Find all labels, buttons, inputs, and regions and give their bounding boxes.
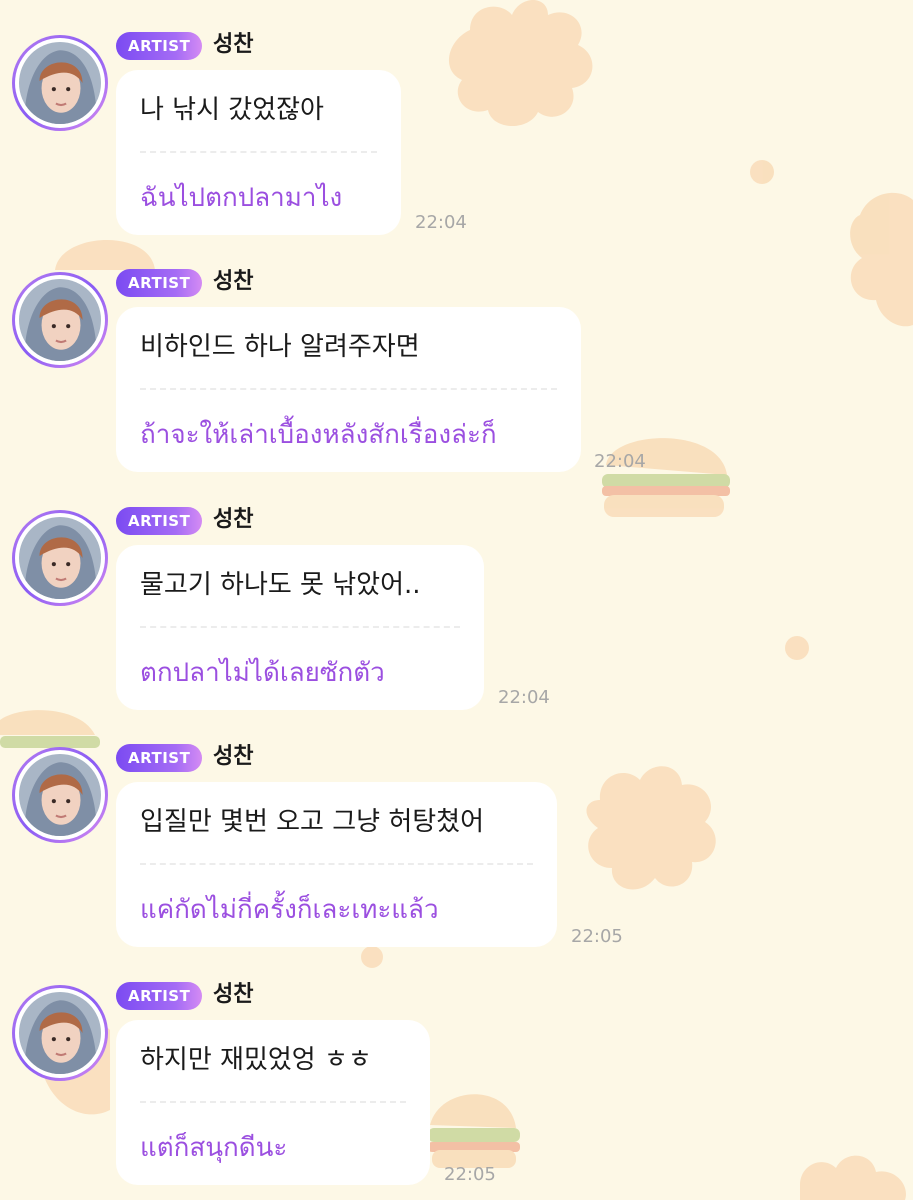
chat-message[interactable]: ARTIST 성찬 하지만 재밌었엉 ㅎㅎ แต่ก็สนุกดีนะ 22:0… bbox=[0, 950, 913, 1185]
artist-avatar[interactable] bbox=[12, 35, 108, 131]
message-text: 비하인드 하나 알려주자면 bbox=[140, 332, 420, 362]
artist-avatar[interactable] bbox=[12, 747, 108, 843]
message-timestamp: 22:05 bbox=[444, 1164, 496, 1185]
message-translation: แต่ก็สนุกดีนะ bbox=[140, 1133, 288, 1163]
message-timestamp: 22:04 bbox=[415, 212, 467, 233]
message-timestamp: 22:05 bbox=[571, 926, 623, 947]
message-text: 하지만 재밌었엉 ㅎㅎ bbox=[140, 1045, 372, 1075]
message-bubble[interactable]: 나 낚시 갔었잖아 ฉันไปตกปลามาไง bbox=[116, 70, 401, 235]
artist-avatar[interactable] bbox=[12, 510, 108, 606]
message-text: 물고기 하나도 못 낚았어.. bbox=[140, 570, 421, 600]
sender-name: 성찬 bbox=[213, 744, 254, 769]
message-translation: ตกปลาไม่ได้เลยซักตัว bbox=[140, 658, 385, 688]
artist-photo-icon bbox=[19, 279, 101, 361]
sender-name: 성찬 bbox=[213, 269, 254, 294]
artist-badge: ARTIST bbox=[116, 32, 203, 60]
message-bubble[interactable]: 하지만 재밌었엉 ㅎㅎ แต่ก็สนุกดีนะ bbox=[116, 1020, 430, 1185]
message-translation: ฉันไปตกปลามาไง bbox=[140, 183, 343, 213]
sender-name: 성찬 bbox=[213, 982, 254, 1007]
message-bubble[interactable]: 물고기 하나도 못 낚았어.. ตกปลาไม่ได้เลยซักตัว bbox=[116, 545, 484, 710]
message-bubble[interactable]: 비하인드 하나 알려주자면 ถ้าจะให้เล่าเบื้องหลังสักเ… bbox=[116, 307, 581, 472]
artist-avatar[interactable] bbox=[12, 272, 108, 368]
artist-photo-icon bbox=[19, 517, 101, 599]
chat-message[interactable]: ARTIST 성찬 물고기 하나도 못 낚았어.. ตกปลาไม่ได้เลย… bbox=[0, 475, 913, 710]
artist-photo-icon bbox=[19, 992, 101, 1074]
artist-photo-icon bbox=[19, 754, 101, 836]
artist-badge: ARTIST bbox=[116, 269, 203, 297]
artist-badge: ARTIST bbox=[116, 982, 203, 1010]
sender-name: 성찬 bbox=[213, 32, 254, 57]
message-timestamp: 22:04 bbox=[498, 687, 550, 708]
message-text: 나 낚시 갔었잖아 bbox=[140, 95, 324, 125]
chat-message[interactable]: ARTIST 성찬 나 낚시 갔었잖아 ฉันไปตกปลามาไง 22:04 bbox=[0, 0, 913, 235]
artist-avatar[interactable] bbox=[12, 985, 108, 1081]
artist-badge: ARTIST bbox=[116, 744, 203, 772]
chat-message[interactable]: ARTIST 성찬 비하인드 하나 알려주자면 ถ้าจะให้เล่าเบื้… bbox=[0, 237, 913, 472]
message-text: 입질만 몇번 오고 그냥 허탕쳤어 bbox=[140, 807, 485, 837]
artist-photo-icon bbox=[19, 42, 101, 124]
message-bubble[interactable]: 입질만 몇번 오고 그냥 허탕쳤어 แค่กัดไม่กี่ครั้งก็เละ… bbox=[116, 782, 557, 947]
sender-name: 성찬 bbox=[213, 507, 254, 532]
message-translation: ถ้าจะให้เล่าเบื้องหลังสักเรื่องล่ะก็ bbox=[140, 420, 497, 450]
message-translation: แค่กัดไม่กี่ครั้งก็เละเทะแล้ว bbox=[140, 895, 439, 925]
message-timestamp: 22:04 bbox=[594, 451, 646, 472]
chat-message[interactable]: ARTIST 성찬 입질만 몇번 오고 그냥 허탕쳤어 แค่กัดไม่กี่… bbox=[0, 712, 913, 947]
artist-badge: ARTIST bbox=[116, 507, 203, 535]
